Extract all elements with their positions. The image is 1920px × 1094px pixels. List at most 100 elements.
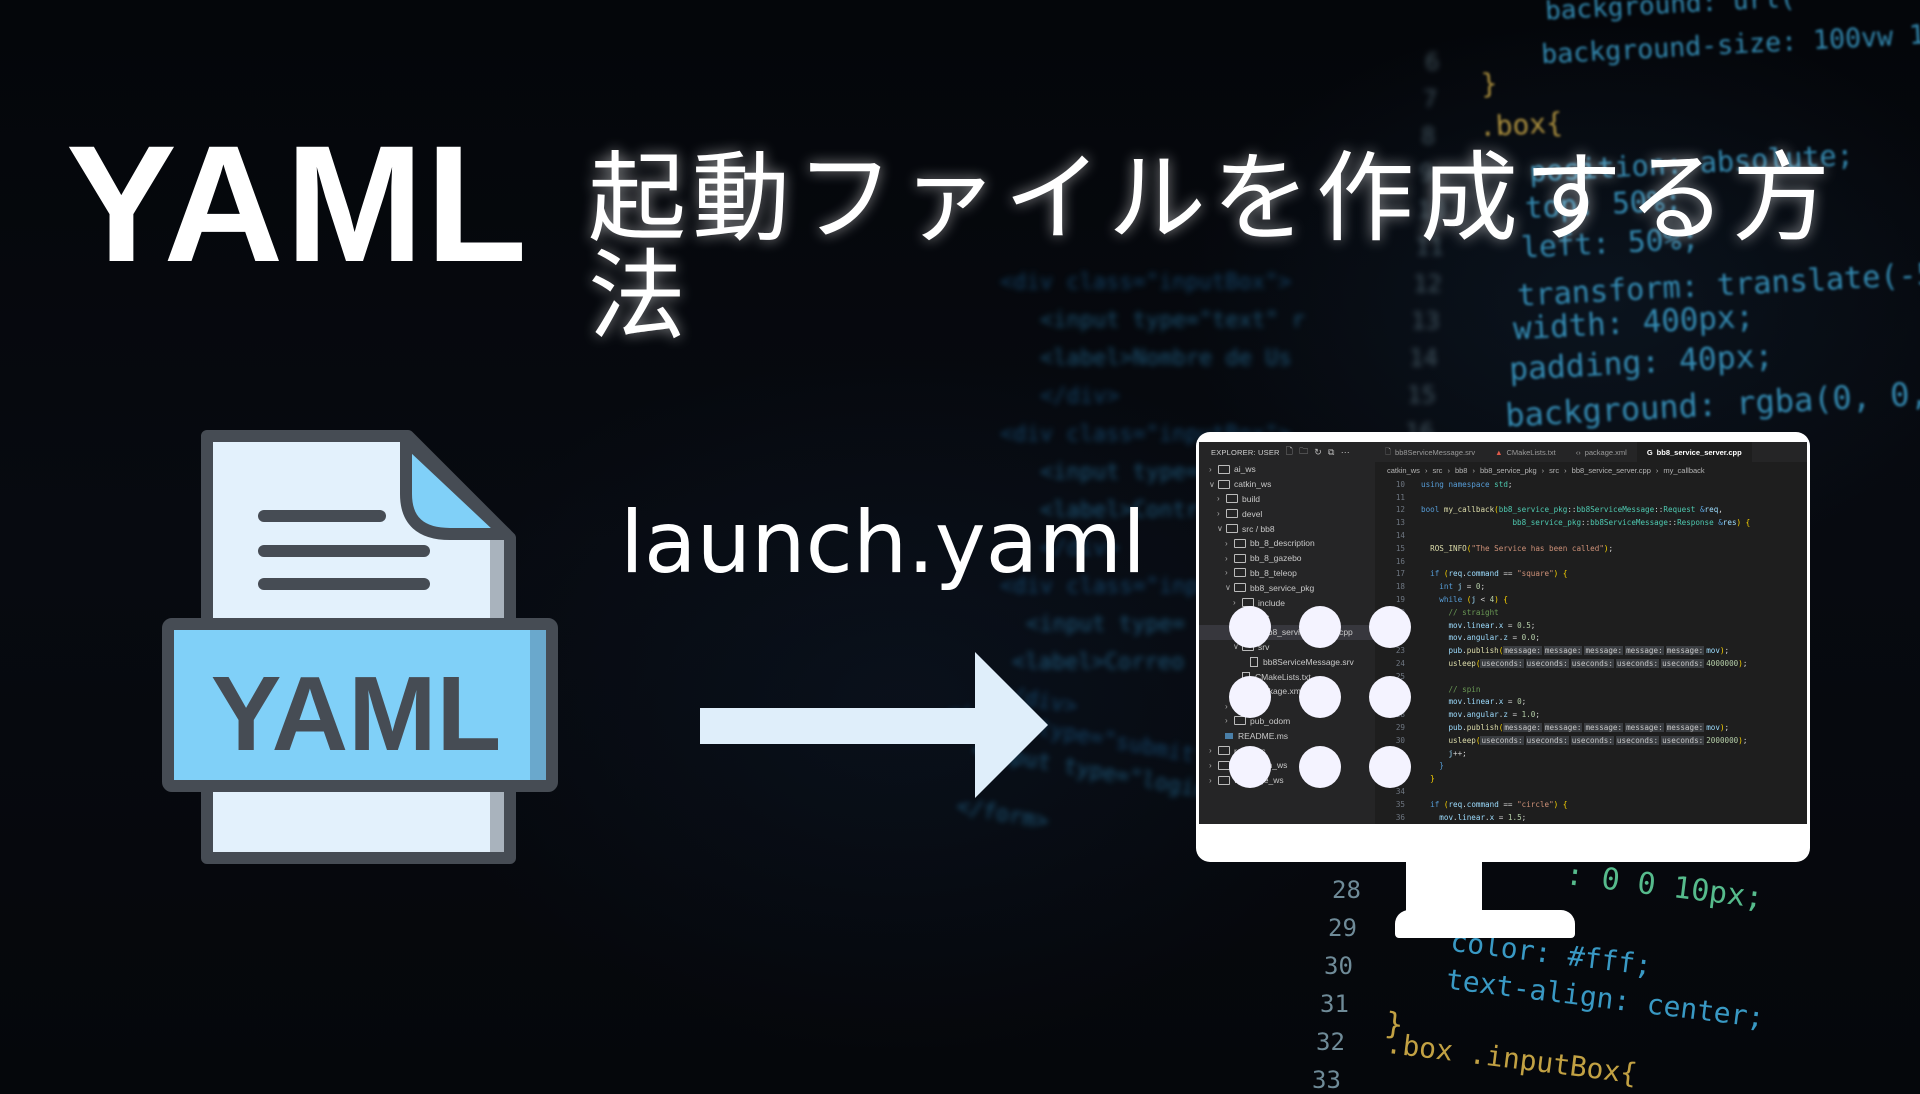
code-text: usleep(useconds: useconds: useconds: usecon… (1448, 735, 1748, 745)
code-line: 14 (1375, 529, 1807, 542)
tree-item[interactable]: › bb_8_gazebo (1199, 551, 1375, 566)
tree-item[interactable]: › pub_odom (1199, 714, 1375, 729)
line-number: 30 (1395, 735, 1405, 745)
tree-item[interactable]: README.ms (1199, 728, 1375, 743)
tree-item[interactable]: ∨src (1199, 610, 1375, 625)
line-number: 12 (1395, 505, 1405, 515)
monitor: EXPLORER: USER 🗋 🗀 ↻ ⧉ ⋯ › ai_ws ∨ catkin_w… (1196, 432, 1810, 862)
code-line: 28 mov.angular.z = 1.0; (1375, 708, 1807, 721)
more-icon[interactable]: ⋯ (1341, 447, 1350, 458)
tab-label: bb8ServiceMessage.srv (1395, 447, 1476, 457)
new-file-icon[interactable]: 🗋 (1286, 444, 1293, 460)
chevron-down-icon: ∨ (1225, 583, 1231, 593)
chevron-right-icon: › (1209, 464, 1212, 474)
chevron-right-icon: › (1233, 598, 1236, 608)
breadcrumb-item[interactable]: bb8_service_server.cpp (1572, 466, 1651, 475)
background-line-number: 15 (1407, 381, 1436, 409)
tree-item[interactable]: › bb_8_description (1199, 536, 1375, 551)
breadcrumb-item[interactable]: my_callback (1663, 466, 1704, 475)
chevron-down-icon: ∨ (1217, 524, 1223, 534)
background-code-line: </div> (1040, 384, 1120, 409)
tree-item[interactable]: ∨ catkin_ws (1199, 477, 1375, 492)
tree-item[interactable]: › devel (1199, 506, 1375, 521)
folder-icon (1234, 553, 1246, 563)
code-line: 15 ROS_INFO("The Service has been called… (1375, 542, 1807, 555)
explorer-sidebar: EXPLORER: USER 🗋 🗀 ↻ ⧉ ⋯ › ai_ws ∨ catkin_w… (1199, 442, 1375, 824)
folder-icon (1218, 746, 1230, 756)
line-number: 15 (1395, 543, 1405, 553)
tree-item[interactable]: ∨ bb8_service_pkg (1199, 580, 1375, 595)
code-area[interactable]: 10 using namespace std; 11 12 bool my_callba… (1375, 478, 1807, 824)
tab-bb8servicemessage-srv[interactable]: 🗋 bb8ServiceMessage.srv (1375, 442, 1485, 462)
dot (1369, 606, 1411, 648)
dot (1299, 606, 1341, 648)
code-text: using namespace std; (1421, 479, 1513, 489)
breadcrumb-separator-icon: › (1447, 465, 1450, 475)
line-number: 14 (1395, 531, 1405, 541)
background-line-number: 29 (1328, 914, 1357, 942)
code-line: 16 (1375, 555, 1807, 568)
tree-item[interactable]: CMakeLists.txt (1199, 669, 1375, 684)
breadcrumb-separator-icon: › (1424, 465, 1428, 475)
code-text: if (req.command == "circle") { (1430, 799, 1568, 809)
tree-item-label: bb_8_gazebo (1250, 553, 1302, 564)
tree-item[interactable]: › include (1199, 595, 1375, 610)
breadcrumb-separator-icon: › (1472, 465, 1475, 475)
code-line: 36 mov.linear.x = 1.5; (1375, 811, 1807, 824)
tree-item[interactable]: package.xml (1199, 684, 1375, 699)
monitor-base (1395, 910, 1575, 938)
new-folder-icon[interactable]: 🗀 (1299, 444, 1308, 460)
chevron-right-icon: › (1225, 553, 1228, 563)
tree-item-label: bb8_service_pkg (1250, 582, 1315, 593)
title-subtitle: 起動ファイルを作成する方法 (588, 142, 1837, 354)
code-line: 29 pub.publish(message: message: message: m… (1375, 721, 1807, 734)
code-text: j++; (1448, 748, 1467, 758)
markdown-icon (1225, 732, 1233, 739)
tab-bb8-service-server-cpp[interactable]: Gbb8_service_server.cpp (1636, 442, 1752, 462)
code-line: 19 while (j < 4) { (1375, 593, 1807, 606)
refresh-icon[interactable]: ↻ (1314, 447, 1322, 458)
folder-icon (1234, 583, 1246, 593)
background-line-number: 28 (1332, 876, 1361, 904)
code-text: } (1430, 774, 1435, 784)
line-number: 11 (1395, 492, 1405, 502)
tab-cmakelists-txt[interactable]: ▲ CMakeLists.txt (1485, 442, 1566, 462)
breadcrumb-item[interactable]: bb8_service_pkg (1480, 466, 1537, 475)
tree-item[interactable]: ›webpage_ws (1199, 773, 1375, 788)
file-fold (400, 434, 512, 540)
tree-item[interactable]: ›ros2_ws (1199, 743, 1375, 758)
breadcrumb-item[interactable]: bb8 (1455, 466, 1468, 475)
tab-label: bb8_service_server.cpp (1656, 447, 1742, 457)
tree-item[interactable]: ∨ src / bb8 (1199, 521, 1375, 536)
code-line: 24 usleep(useconds: useconds: useconds: use… (1375, 657, 1807, 670)
collapse-icon[interactable]: ⧉ (1328, 447, 1335, 458)
breadcrumb-item[interactable]: catkin_ws (1387, 466, 1420, 475)
code-text: bool my_callback(bb8_service_pkg::bb8Ser… (1421, 505, 1723, 515)
dot (1369, 746, 1411, 788)
tree-item[interactable]: bb8ServiceMessage.srv (1199, 654, 1375, 669)
code-text: mov.angular.z = 0.0; (1448, 633, 1540, 643)
cpp-icon: G (1646, 447, 1653, 457)
background-line-number: 30 (1324, 952, 1353, 980)
tree-item[interactable]: ›tests (1199, 699, 1375, 714)
folder-icon (1226, 524, 1238, 534)
tab-package-xml[interactable]: ‹› package.xml (1566, 442, 1637, 462)
code-text: while (j < 4) { (1439, 595, 1508, 605)
editor: 🗋 bb8ServiceMessage.srv ▲ CMakeLists.txt ‹› p… (1375, 442, 1807, 824)
breadcrumb-item[interactable]: src (1432, 466, 1442, 475)
xml-icon: ‹› (1575, 447, 1581, 457)
tree-item[interactable]: › build (1199, 492, 1375, 507)
tree-item[interactable]: ∨ srv (1199, 640, 1375, 655)
tree-item[interactable]: › ai_ws (1199, 462, 1375, 477)
breadcrumb-item[interactable]: src (1549, 466, 1559, 475)
line-number: 35 (1395, 799, 1405, 809)
tree-item[interactable]: ›simulation_ws (1199, 758, 1375, 773)
chevron-right-icon: › (1225, 568, 1228, 578)
explorer-title: EXPLORER: USER (1211, 447, 1280, 457)
chevron-right-icon: › (1209, 746, 1212, 756)
code-text: usleep(useconds: useconds: useconds: usecon… (1448, 659, 1748, 669)
code-line: 30 usleep(useconds: useconds: useconds: use… (1375, 734, 1807, 747)
tree-item[interactable]: bb8_service_server.cpp (1199, 624, 1375, 640)
tree-item[interactable]: › bb_8_teleop (1199, 566, 1375, 581)
tree-item-label: include (1258, 597, 1285, 608)
